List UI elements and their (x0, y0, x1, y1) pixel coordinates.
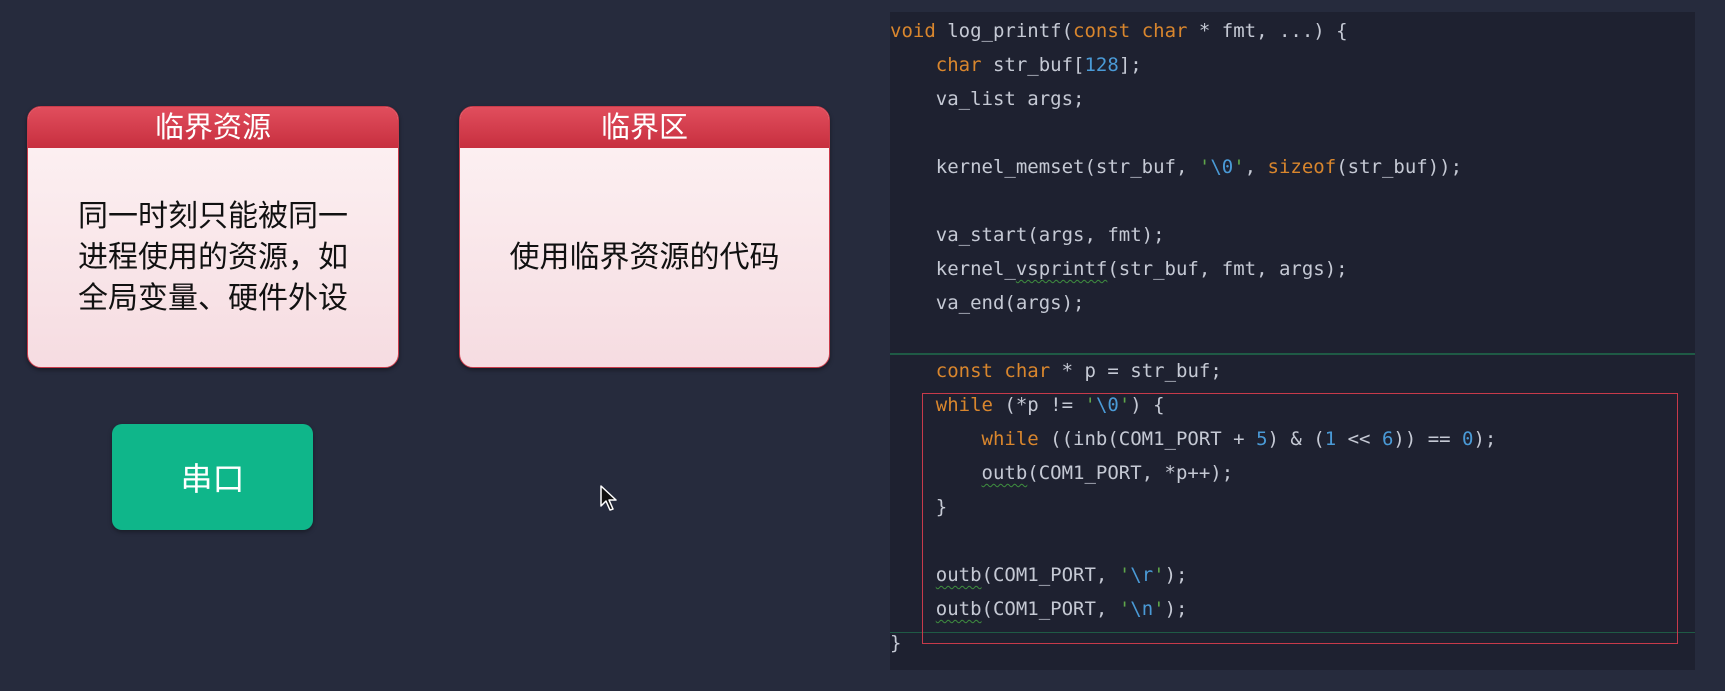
code-line-7: va_start(args, fmt); (890, 224, 1165, 246)
critical-section-description: 使用临界资源的代码 (460, 148, 829, 367)
code-line-18: outb(COM1_PORT, '\n'); (935, 598, 1188, 620)
critical-resource-line-2: 进程使用的资源，如 (78, 240, 348, 275)
code-line-15: } (890, 496, 948, 518)
code-line-2: char str_buf[128]; (935, 54, 1142, 76)
critical-resource-title: 临界资源 (28, 107, 398, 148)
code-line-12: while (*p != '\0') { (935, 394, 1165, 416)
critical-section-card: 临界区 使用临界资源的代码 (459, 106, 830, 368)
critical-section-line-1: 使用临界资源的代码 (509, 240, 780, 275)
code-line-11: const char * p = str_buf; (935, 360, 1222, 382)
critical-resource-line-1: 同一时刻只能被同一 (78, 199, 348, 234)
code-line-1: void log_printf(const char * fmt, ...) { (890, 20, 1348, 42)
mouse-cursor-icon (600, 485, 617, 511)
code-line-8: kernel_vsprintf(str_buf, fmt, args); (890, 258, 1348, 280)
code-line-5: kernel_memset(str_buf, '\0', sizeof(str_… (890, 156, 1463, 178)
code-line-17: outb(COM1_PORT, '\r'); (935, 564, 1188, 586)
serial-port-button[interactable]: 串口 (112, 424, 313, 530)
code-editor-panel: void log_printf(const char * fmt, ...) {… (890, 12, 1695, 670)
critical-section-title: 临界区 (460, 107, 829, 148)
code-line-3: va_list args; (890, 88, 1085, 110)
code-line-14: outb(COM1_PORT, *p++); (981, 462, 1234, 484)
code-line-13: while ((inb(COM1_PORT + 5) & (1 << 6)) =… (981, 428, 1497, 450)
code-line-9: va_end(args); (890, 292, 1085, 314)
critical-resource-card: 临界资源 同一时刻只能被同一 进程使用的资源，如 全局变量、硬件外设 (27, 106, 399, 368)
critical-resource-line-3: 全局变量、硬件外设 (78, 281, 348, 316)
code-line-19: } (890, 632, 902, 654)
critical-resource-description: 同一时刻只能被同一 进程使用的资源，如 全局变量、硬件外设 (28, 148, 398, 367)
